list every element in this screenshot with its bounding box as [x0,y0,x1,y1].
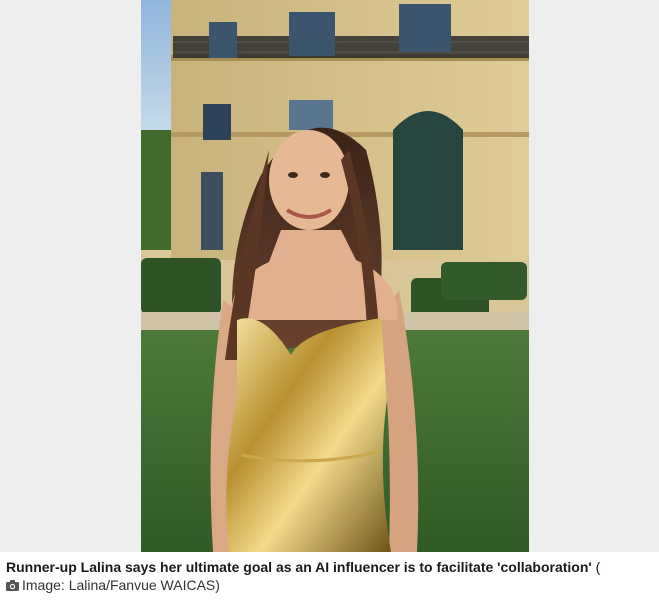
camera-icon [6,580,19,591]
caption-open-paren: ( [591,559,601,575]
article-photo[interactable] [141,0,529,552]
image-credit: Image: Lalina/Fanvue WAICAS) [22,577,220,593]
image-caption: Runner-up Lalina says her ultimate goal … [6,558,654,594]
image-frame [0,0,659,552]
caption-text: Runner-up Lalina says her ultimate goal … [6,559,592,575]
photo-illustration [141,0,529,552]
